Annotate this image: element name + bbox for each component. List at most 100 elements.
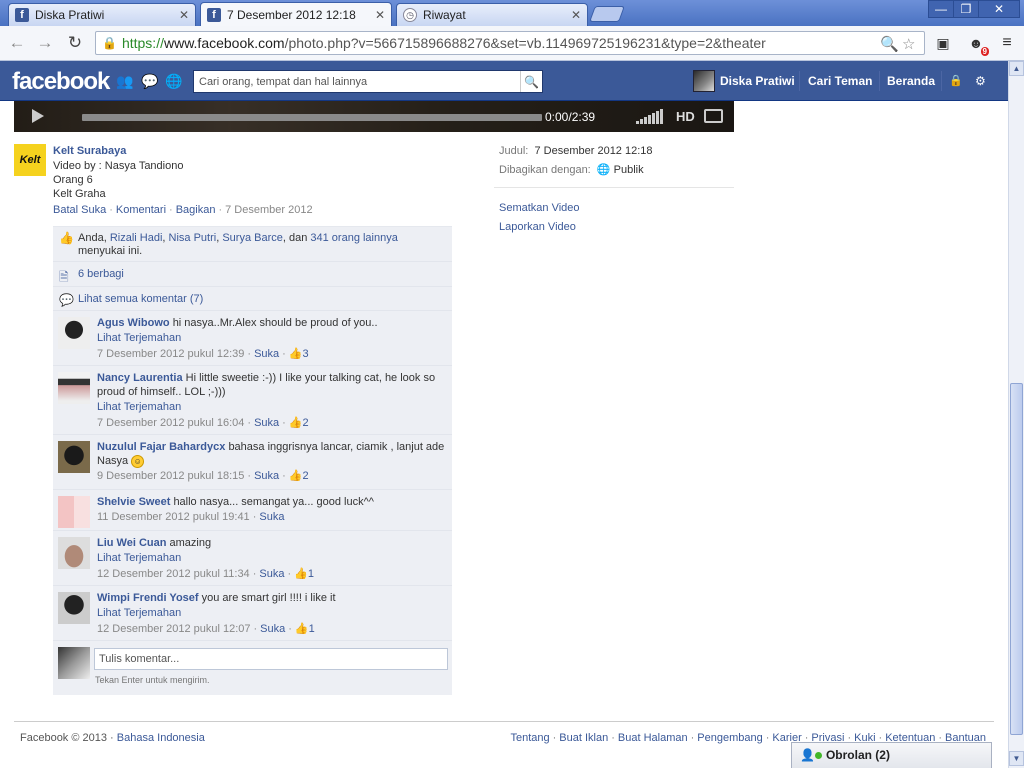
footer-link[interactable]: Buat Halaman — [618, 732, 688, 744]
privacy-shortcuts-icon[interactable]: 🔒 — [949, 74, 963, 87]
hd-toggle[interactable]: HD — [676, 109, 695, 124]
comment-link[interactable]: Komentari — [116, 204, 166, 216]
progress-track[interactable] — [82, 114, 542, 121]
report-video-link[interactable]: Laporkan Video — [499, 218, 580, 237]
translate-link[interactable]: Lihat Terjemahan — [97, 550, 446, 566]
restore-icon[interactable]: ❐ — [953, 0, 979, 18]
video-player[interactable]: 0:00/2:39 HD — [14, 101, 734, 132]
settings-gear-icon[interactable]: ⚙ — [975, 74, 986, 88]
shares-row[interactable]: 🗎 6 berbagi — [53, 262, 452, 287]
comment-time[interactable]: 12 Desember 2012 pukul 11:34 — [97, 568, 250, 580]
tab-video[interactable]: f 7 Desember 2012 12:18 ✕ — [200, 2, 392, 26]
home-link[interactable]: Beranda — [887, 74, 935, 88]
scroll-down-icon[interactable]: ▼ — [1009, 751, 1024, 766]
chat-tab[interactable]: 👤 Obrolan (2) — [791, 742, 992, 768]
profile-link[interactable]: Diska Pratiwi — [720, 74, 795, 88]
translate-link[interactable]: Lihat Terjemahan — [97, 330, 446, 346]
translate-link[interactable]: Lihat Terjemahan — [97, 605, 446, 621]
find-friends-link[interactable]: Cari Teman — [808, 74, 872, 88]
commenter-avatar[interactable] — [58, 372, 90, 404]
user-avatar[interactable] — [693, 70, 715, 92]
liker-link[interactable]: Rizali Hadi — [110, 232, 163, 244]
friend-requests-icon[interactable]: 👥 — [116, 73, 133, 90]
scroll-thumb[interactable] — [1010, 383, 1023, 735]
messages-icon[interactable]: 💬 — [141, 73, 158, 90]
comment-like-link[interactable]: Suka — [254, 417, 279, 429]
footer-link[interactable]: Buat Iklan — [559, 732, 608, 744]
page-scrollbar[interactable]: ▲ ▼ — [1008, 61, 1024, 768]
footer-link[interactable]: Pengembang — [697, 732, 762, 744]
audience-value[interactable]: Publik — [614, 164, 644, 176]
shares-count[interactable]: 6 berbagi — [78, 268, 124, 280]
volume-icon[interactable] — [636, 109, 663, 124]
commenter-avatar[interactable] — [58, 496, 90, 528]
notification-extension-icon[interactable]: ☻ 9 — [966, 33, 989, 56]
address-bar[interactable]: 🔒 https://www.facebook.com/photo.php?v=5… — [95, 31, 925, 55]
comment-time[interactable]: 9 Desember 2012 pukul 18:15 — [97, 470, 244, 482]
commenter-avatar[interactable] — [58, 317, 90, 349]
comment-like-link[interactable]: Suka — [259, 511, 284, 523]
view-all-comments-row[interactable]: 💬 Lihat semua komentar (7) — [53, 287, 452, 311]
comment-item: Shelvie Sweet hallo nasya... semangat ya… — [53, 490, 452, 531]
commenter-avatar[interactable] — [58, 537, 90, 569]
other-likers-link[interactable]: 341 orang lainnya — [310, 232, 397, 244]
comment-like-link[interactable]: Suka — [260, 623, 285, 635]
facebook-logo[interactable]: facebook — [12, 68, 110, 96]
close-window-icon[interactable]: ✕ — [978, 0, 1020, 18]
forward-icon[interactable]: → — [34, 32, 56, 54]
post-date[interactable]: 7 Desember 2012 — [225, 204, 312, 216]
comment-author[interactable]: Liu Wei Cuan — [97, 537, 166, 549]
comment-author[interactable]: Shelvie Sweet — [97, 496, 170, 508]
menu-icon[interactable]: ≡ — [997, 33, 1017, 53]
comment-like-count[interactable]: 👍3 — [289, 348, 309, 360]
translate-link[interactable]: Lihat Terjemahan — [97, 399, 446, 415]
comment-time[interactable]: 7 Desember 2012 pukul 16:04 — [97, 417, 244, 429]
comment-author[interactable]: Wimpi Frendi Yosef — [97, 592, 199, 604]
reload-icon[interactable]: ↻ — [64, 32, 86, 54]
extension-icon[interactable]: ▣ — [933, 33, 953, 53]
tab-title: Diska Pratiwi — [35, 8, 105, 22]
page-name-link[interactable]: Kelt Surabaya — [53, 145, 126, 157]
minimize-icon[interactable]: — — [928, 0, 954, 18]
bookmark-star-icon[interactable]: ☆ — [902, 35, 915, 53]
scroll-up-icon[interactable]: ▲ — [1009, 61, 1024, 76]
comment-time[interactable]: 7 Desember 2012 pukul 12:39 — [97, 348, 244, 360]
search-icon[interactable]: 🔍 — [520, 71, 542, 92]
liker-link[interactable]: Surya Barce — [222, 232, 283, 244]
page-avatar[interactable]: Kelt — [14, 144, 46, 176]
comment-input[interactable] — [94, 648, 448, 670]
close-tab-icon[interactable]: ✕ — [375, 8, 385, 22]
notifications-globe-icon[interactable]: 🌐 — [165, 73, 182, 90]
liker-link[interactable]: Nisa Putri — [169, 232, 217, 244]
comment-like-link[interactable]: Suka — [259, 568, 284, 580]
close-tab-icon[interactable]: ✕ — [571, 8, 581, 22]
comment-like-link[interactable]: Suka — [254, 348, 279, 360]
footer-link[interactable]: Tentang — [510, 732, 549, 744]
zoom-icon[interactable]: 🔍 — [880, 35, 899, 53]
view-all-comments-link[interactable]: Lihat semua komentar (7) — [78, 293, 203, 305]
embed-video-link[interactable]: Sematkan Video — [499, 199, 580, 218]
fullscreen-icon[interactable] — [704, 109, 723, 123]
back-icon[interactable]: ← — [6, 32, 28, 54]
commenter-avatar[interactable] — [58, 592, 90, 624]
comment-author[interactable]: Agus Wibowo — [97, 317, 170, 329]
comment-like-count[interactable]: 👍2 — [289, 417, 309, 429]
close-tab-icon[interactable]: ✕ — [179, 8, 189, 22]
comment-like-link[interactable]: Suka — [254, 470, 279, 482]
unlike-link[interactable]: Batal Suka — [53, 204, 106, 216]
comment-like-count[interactable]: 👍1 — [295, 623, 315, 635]
tab-diska-pratiwi[interactable]: f Diska Pratiwi ✕ — [8, 3, 196, 26]
commenter-avatar[interactable] — [58, 441, 90, 473]
comment-author[interactable]: Nancy Laurentia — [97, 372, 183, 384]
comment-time[interactable]: 12 Desember 2012 pukul 12:07 — [97, 623, 251, 635]
comment-author[interactable]: Nuzulul Fajar Bahardycx — [97, 441, 225, 453]
language-link[interactable]: Bahasa Indonesia — [117, 732, 205, 744]
new-tab-button[interactable] — [589, 6, 625, 22]
search-input[interactable] — [194, 71, 520, 92]
share-link[interactable]: Bagikan — [176, 204, 216, 216]
comment-time[interactable]: 11 Desember 2012 pukul 19:41 — [97, 511, 250, 523]
comment-like-count[interactable]: 👍2 — [289, 470, 309, 482]
comment-like-count[interactable]: 👍1 — [294, 568, 314, 580]
tab-history[interactable]: ◷ Riwayat ✕ — [396, 3, 588, 26]
play-icon[interactable] — [32, 109, 44, 123]
